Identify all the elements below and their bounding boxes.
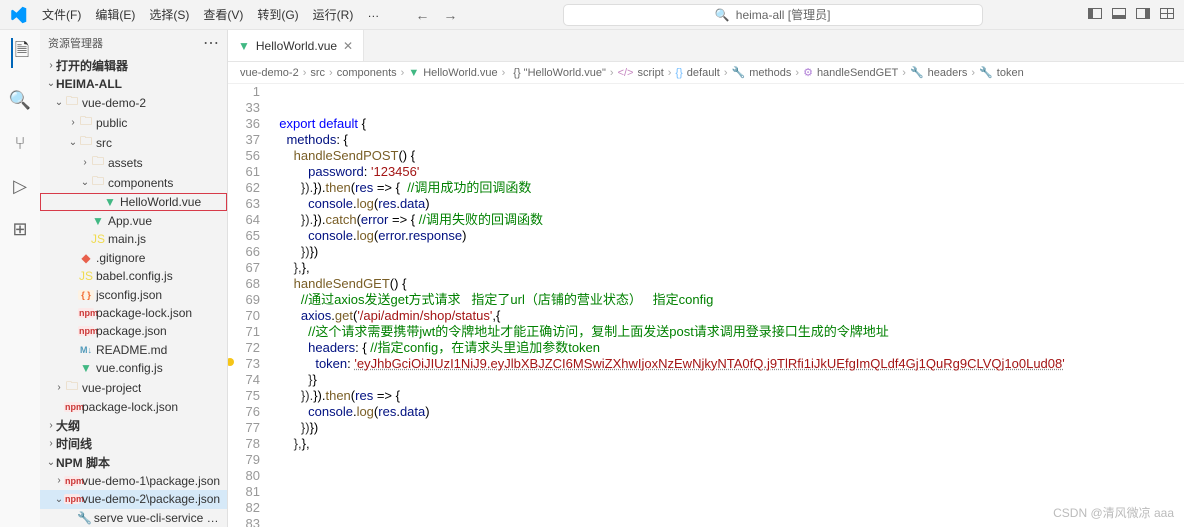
activity-bar: 🗎 🔍 ⑂ ▷ ⊞	[0, 30, 40, 527]
menu-view[interactable]: 查看(V)	[197, 2, 249, 27]
file-main-js[interactable]: JSmain.js	[40, 230, 227, 248]
outline-section[interactable]: ›大纲	[40, 416, 227, 434]
menu-run[interactable]: 运行(R)	[307, 2, 360, 27]
watermark: CSDN @清风微凉 aaa	[1053, 504, 1174, 521]
nav-forward-icon[interactable]: →	[443, 7, 457, 23]
code-editor[interactable]: 1333637566162636465666768697071727374757…	[228, 84, 1184, 527]
search-icon[interactable]: 🔍	[9, 90, 31, 111]
file-package-json[interactable]: npmpackage.json	[40, 322, 227, 340]
vue-file-icon: ▼	[408, 67, 419, 79]
sidebar-title: 资源管理器	[48, 35, 103, 51]
vue-file-icon: ▼	[238, 39, 250, 53]
file-package-lock[interactable]: npmpackage-lock.json	[40, 304, 227, 322]
search-text: heima-all [管理员]	[736, 6, 831, 23]
file-readme[interactable]: M↓README.md	[40, 341, 227, 359]
menu-bar: 文件(F) 编辑(E) 选择(S) 查看(V) 转到(G) 运行(R) …	[36, 2, 385, 27]
folder-vue-demo-2[interactable]: ⌄🗀vue-demo-2	[40, 93, 227, 113]
npm-serve[interactable]: 🔧serve vue-cli-service serve	[40, 509, 227, 527]
folder-assets[interactable]: ›🗀assets	[40, 153, 227, 173]
tab-label: HelloWorld.vue	[256, 39, 337, 53]
layout-bottom-icon[interactable]	[1112, 8, 1126, 22]
nav-arrows: ← →	[415, 7, 457, 23]
file-gitignore[interactable]: ◆.gitignore	[40, 248, 227, 266]
debug-icon[interactable]: ▷	[13, 176, 27, 197]
menu-edit[interactable]: 编辑(E)	[89, 2, 141, 27]
npm-scripts-section[interactable]: ⌄NPM 脚本	[40, 453, 227, 471]
file-helloworld-vue[interactable]: ▼HelloWorld.vue	[40, 193, 227, 211]
search-icon: 🔍	[715, 8, 730, 22]
tab-bar: ▼ HelloWorld.vue ✕	[228, 30, 1184, 62]
folder-public[interactable]: ›🗀public	[40, 113, 227, 133]
vscode-logo-icon	[0, 6, 36, 24]
folder-components[interactable]: ⌄🗀components	[40, 173, 227, 193]
sidebar: 资源管理器 ⋯ ›打开的编辑器 ⌄HEIMA-ALL ⌄🗀vue-demo-2 …	[40, 30, 228, 527]
layout-right-icon[interactable]	[1136, 8, 1150, 22]
menu-file[interactable]: 文件(F)	[36, 2, 87, 27]
line-gutter: 1333637566162636465666768697071727374757…	[228, 84, 272, 527]
explorer-icon[interactable]: 🗎	[11, 38, 29, 68]
folder-src[interactable]: ⌄🗀src	[40, 133, 227, 153]
npm-script-2[interactable]: ⌄npmvue-demo-2\package.json	[40, 490, 227, 508]
source-control-icon[interactable]: ⑂	[15, 133, 26, 154]
breadcrumbs[interactable]: vue-demo-2› src› components› ▼HelloWorld…	[228, 62, 1184, 84]
timeline-section[interactable]: ›时间线	[40, 435, 227, 453]
file-jsconfig[interactable]: { }jsconfig.json	[40, 285, 227, 303]
file-app-vue[interactable]: ▼App.vue	[40, 211, 227, 229]
layout-grid-icon[interactable]	[1160, 8, 1174, 22]
folder-vue-project[interactable]: ›🗀vue-project	[40, 378, 227, 398]
tab-helloworld[interactable]: ▼ HelloWorld.vue ✕	[228, 30, 364, 61]
close-icon[interactable]: ✕	[343, 39, 353, 53]
menu-select[interactable]: 选择(S)	[143, 2, 195, 27]
nav-back-icon[interactable]: ←	[415, 7, 429, 23]
titlebar: 文件(F) 编辑(E) 选择(S) 查看(V) 转到(G) 运行(R) … ← …	[0, 0, 1184, 30]
code-content[interactable]: </span> export default { methods: { hand…	[272, 84, 1184, 527]
editor-group: ▼ HelloWorld.vue ✕ vue-demo-2› src› comp…	[228, 30, 1184, 527]
menu-goto[interactable]: 转到(G)	[251, 2, 304, 27]
file-vue-config[interactable]: ▼vue.config.js	[40, 359, 227, 377]
project-root[interactable]: ⌄HEIMA-ALL	[40, 74, 227, 92]
file-package-lock-2[interactable]: npmpackage-lock.json	[40, 398, 227, 416]
extensions-icon[interactable]: ⊞	[12, 219, 27, 240]
npm-script-1[interactable]: ›npmvue-demo-1\package.json	[40, 472, 227, 490]
menu-more[interactable]: …	[361, 2, 385, 27]
open-editors-section[interactable]: ›打开的编辑器	[40, 56, 227, 74]
layout-controls	[1088, 8, 1184, 22]
file-babel-config[interactable]: JSbabel.config.js	[40, 267, 227, 285]
command-center[interactable]: 🔍 heima-all [管理员]	[563, 4, 983, 26]
layout-left-icon[interactable]	[1088, 8, 1102, 22]
sidebar-more-icon[interactable]: ⋯	[203, 33, 219, 53]
